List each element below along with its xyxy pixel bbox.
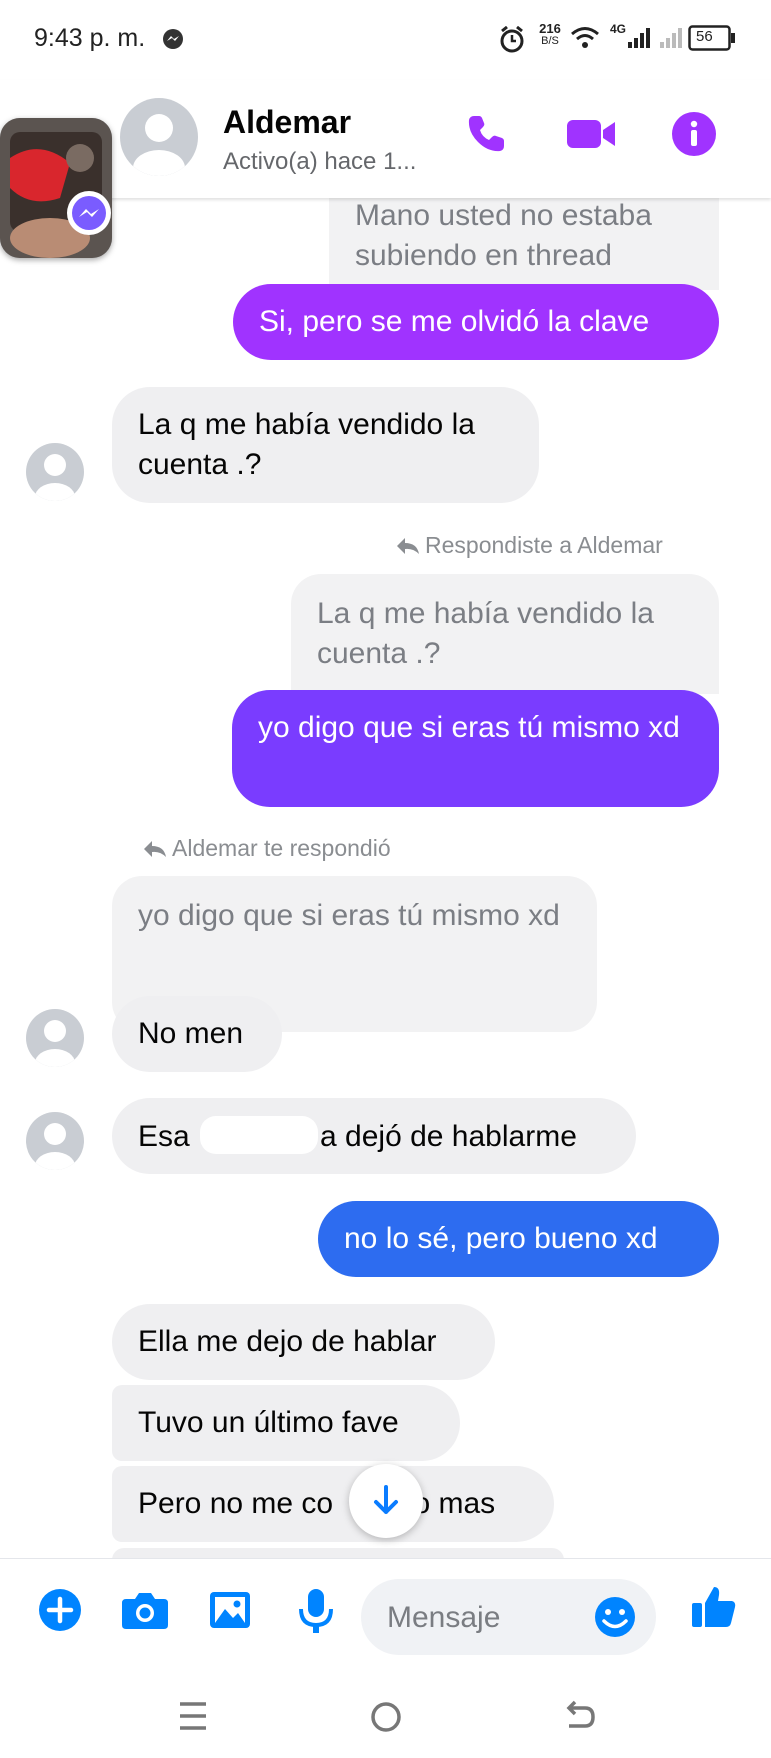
message-bubble-in[interactable]: Pero no me co to mas — [112, 1466, 554, 1542]
scroll-down-icon — [371, 1484, 401, 1523]
battery-level: 56 — [696, 28, 713, 45]
message-bubble-in[interactable]: La q me había vendido la cuenta .? — [112, 387, 539, 503]
message-bubble-in[interactable]: Tuvo un último fave — [112, 1385, 460, 1461]
message-text-start: Esa — [138, 1120, 199, 1153]
message-text: Tuvo un último fave — [138, 1406, 399, 1439]
message-text-start: Pero no me co — [138, 1487, 334, 1520]
quoted-message-text: yo digo que si eras tú mismo xd — [138, 899, 560, 932]
back-icon[interactable] — [563, 1700, 597, 1739]
message-text: no lo sé, pero bueno xd — [344, 1222, 658, 1255]
message-text: No men — [138, 1017, 244, 1050]
message-text: yo digo que si eras tú mismo xd — [258, 711, 680, 744]
message-text: Ella me dejo de hablar — [138, 1325, 437, 1358]
reply-label: Aldemar te respondió — [142, 835, 391, 862]
chat-head-bubble[interactable] — [0, 118, 112, 258]
reply-label-text: Aldemar te respondió — [172, 835, 391, 861]
system-nav-bar — [0, 1678, 771, 1758]
messenger-badge-icon — [66, 190, 112, 241]
message-text-end: a dejó de hablarme — [320, 1120, 577, 1153]
contact-name[interactable]: Aldemar — [223, 104, 351, 141]
reply-label: Respondiste a Aldemar — [395, 532, 663, 559]
home-icon[interactable] — [369, 1700, 403, 1739]
emoji-icon[interactable] — [593, 1595, 637, 1644]
reply-label-text: Respondiste a Aldemar — [425, 532, 663, 558]
conversation-header: Aldemar Activo(a) hace 1... — [0, 80, 771, 198]
message-input[interactable] — [385, 1595, 569, 1641]
network-type: 4G — [610, 22, 627, 36]
status-bar: 9:43 p. m. 216 B/S 4G 56 — [0, 0, 771, 80]
composer-bar — [0, 1558, 771, 1679]
scroll-down-button[interactable] — [349, 1464, 423, 1538]
contact-avatar[interactable] — [120, 98, 198, 176]
video-icon[interactable] — [565, 110, 615, 158]
message-bubble-in[interactable]: Esa a dejó de hablarme — [112, 1098, 636, 1174]
message-text: Si, pero se me olvidó la clave — [259, 305, 650, 338]
message-text: La q me había vendido la cuenta .? — [138, 408, 475, 481]
gallery-icon[interactable] — [207, 1587, 255, 1635]
message-input-pill[interactable] — [361, 1579, 656, 1655]
net-speed: 216 B/S — [535, 22, 565, 48]
message-bubble-out[interactable]: yo digo que si eras tú mismo xd — [232, 690, 719, 807]
sender-avatar[interactable] — [26, 1009, 84, 1067]
message-bubble-in[interactable]: No men — [112, 996, 282, 1072]
message-bubble-out[interactable]: no lo sé, pero bueno xd — [318, 1201, 719, 1277]
battery-icon: 56 — [688, 25, 736, 56]
quoted-message-text: La q me había vendido la cuenta .? — [317, 597, 654, 670]
messenger-icon — [162, 28, 184, 55]
quoted-message: La q me había vendido la cuenta .? — [291, 574, 719, 694]
sender-avatar[interactable] — [26, 1112, 84, 1170]
quoted-message-text: Mano usted no estaba subiendo en thread — [355, 199, 652, 272]
message-bubble-in[interactable]: Ella me dejo de hablar — [112, 1304, 495, 1380]
wifi-icon — [570, 26, 600, 55]
camera-icon[interactable] — [120, 1587, 168, 1635]
menu-icon[interactable] — [178, 1700, 208, 1737]
redaction-box — [200, 1116, 319, 1154]
plus-icon[interactable] — [37, 1587, 85, 1635]
alarm-icon — [499, 25, 525, 59]
message-bubble-out[interactable]: Si, pero se me olvidó la clave — [233, 284, 719, 360]
phone-icon[interactable] — [462, 110, 510, 158]
like-icon[interactable] — [690, 1583, 738, 1631]
sender-avatar[interactable] — [26, 443, 84, 501]
microphone-icon[interactable] — [296, 1587, 344, 1635]
info-icon[interactable] — [670, 110, 718, 158]
signal-icon — [626, 26, 684, 55]
status-time: 9:43 p. m. — [34, 24, 146, 52]
net-speed-value: 216 — [539, 21, 561, 36]
contact-status: Activo(a) hace 1... — [223, 148, 417, 175]
net-speed-unit: B/S — [541, 35, 559, 47]
